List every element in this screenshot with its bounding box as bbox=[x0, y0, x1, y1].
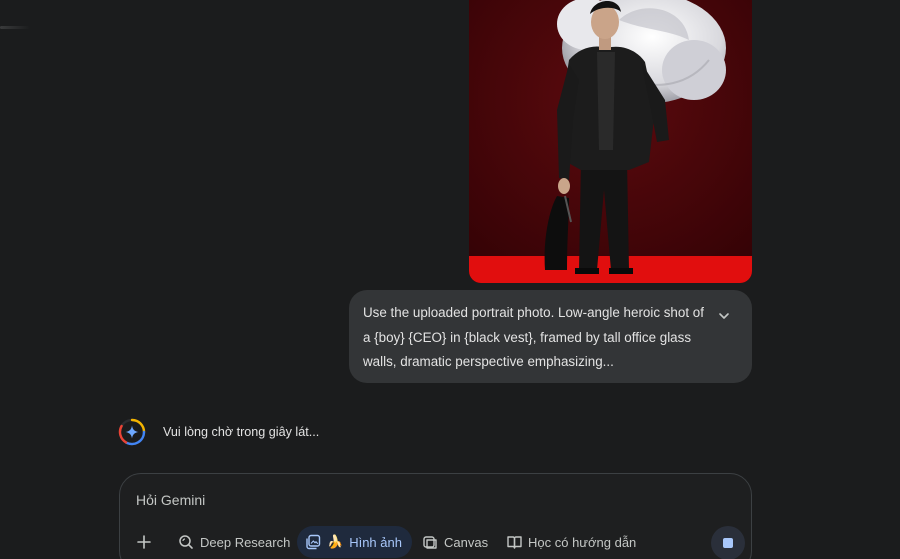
guided-learning-button[interactable]: Học có hướng dẫn bbox=[500, 526, 642, 558]
prompt-input[interactable] bbox=[136, 490, 696, 510]
canvas-button[interactable]: Canvas bbox=[416, 526, 494, 558]
deep-research-icon bbox=[179, 535, 193, 549]
portrait-illustration bbox=[469, 0, 752, 283]
guided-learning-label: Học có hướng dẫn bbox=[528, 534, 637, 550]
uploaded-portrait-image[interactable] bbox=[469, 0, 752, 283]
image-tool-button[interactable]: 🍌 Hình ảnh bbox=[297, 526, 412, 558]
image-stack-icon bbox=[306, 534, 321, 550]
image-tool-label: Hình ảnh bbox=[349, 534, 402, 550]
response-status-text: Vui lòng chờ trong giây lát... bbox=[163, 425, 320, 439]
user-prompt-bubble: Use the uploaded portrait photo. Low-ang… bbox=[349, 290, 752, 383]
top-left-handle bbox=[0, 26, 30, 29]
banana-emoji: 🍌 bbox=[327, 534, 344, 549]
chevron-down-icon bbox=[719, 313, 729, 319]
prompt-input-box: Deep Research 🍌 Hình ảnh Canvas bbox=[119, 473, 752, 559]
deep-research-button[interactable]: Deep Research bbox=[172, 526, 296, 558]
gemini-spark-icon bbox=[118, 418, 146, 446]
plus-icon bbox=[137, 535, 151, 549]
add-button[interactable] bbox=[134, 526, 154, 558]
user-prompt-text: Use the uploaded portrait photo. Low-ang… bbox=[363, 305, 704, 369]
stop-generation-button[interactable] bbox=[711, 526, 745, 559]
stop-icon bbox=[723, 538, 733, 548]
deep-research-label: Deep Research bbox=[200, 534, 291, 550]
canvas-icon bbox=[423, 536, 437, 549]
gemini-loading-indicator bbox=[118, 418, 146, 446]
input-toolbar: Deep Research 🍌 Hình ảnh Canvas Học có h… bbox=[120, 526, 751, 559]
canvas-label: Canvas bbox=[444, 534, 489, 550]
book-icon bbox=[507, 536, 522, 549]
expand-prompt-button[interactable] bbox=[716, 308, 732, 324]
gemini-chat-page: Use the uploaded portrait photo. Low-ang… bbox=[0, 0, 900, 559]
